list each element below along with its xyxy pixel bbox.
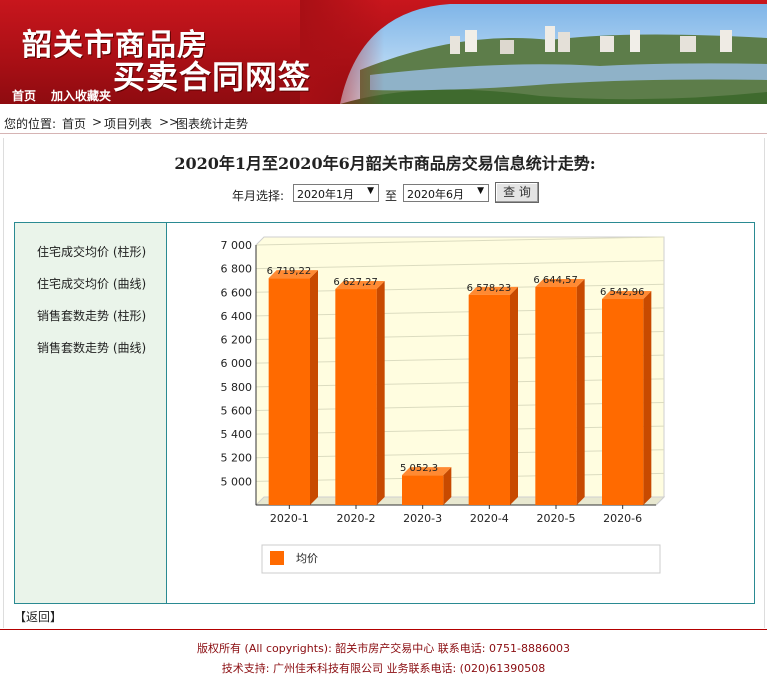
x-tick-label: 2020-6 — [603, 512, 642, 525]
site-header: 韶关市商品房 买卖合同网签 首页 加入收藏夹 — [0, 0, 767, 104]
top-nav: 首页 加入收藏夹 — [0, 84, 767, 104]
y-tick-label: 5 000 — [221, 475, 253, 488]
breadcrumb: 您的位置: 首页 > 项目列表 >> 图表统计走势 — [0, 110, 767, 134]
breadcrumb-project-list[interactable]: 项目列表 — [104, 115, 152, 132]
data-label: 5 052,3 — [400, 463, 438, 474]
main-content: 2020年1月至2020年6月韶关市商品房交易信息统计走势: 年月选择: 202… — [3, 138, 765, 628]
y-tick-label: 7 000 — [221, 239, 253, 252]
x-tick-label: 2020-3 — [403, 512, 442, 525]
nav-home-link[interactable]: 首页 — [12, 87, 36, 104]
breadcrumb-home[interactable]: 首页 — [62, 115, 86, 132]
bar-side — [643, 291, 652, 505]
x-tick-label: 2020-4 — [470, 512, 509, 525]
end-month-value: 2020年6月 — [407, 188, 464, 201]
breadcrumb-chart-stats: 图表统计走势 — [176, 117, 249, 131]
bar — [268, 278, 310, 505]
start-month-select[interactable]: 2020年1月 ▼ — [293, 184, 379, 202]
bar — [402, 475, 444, 505]
content-panel: 住宅成交均价 (柱形) 住宅成交均价 (曲线) 销售套数走势 (柱形) 销售套数… — [14, 222, 755, 604]
back-link[interactable]: 【返回】 — [14, 608, 62, 625]
bar — [468, 294, 510, 505]
filter-label: 年月选择: — [232, 189, 285, 203]
data-label: 6 627,27 — [333, 277, 378, 288]
start-month-value: 2020年1月 — [297, 188, 354, 201]
sidebar-item-sales-bar[interactable]: 销售套数走势 (柱形) — [37, 307, 146, 324]
average-price-bar-chart: 7 000 6 800 6 600 6 400 6 200 6 000 5 800 5 600… — [221, 236, 666, 574]
bar — [602, 299, 644, 505]
chart-type-sidebar: 住宅成交均价 (柱形) 住宅成交均价 (曲线) 销售套数走势 (柱形) 销售套数… — [15, 223, 167, 603]
y-tick-label: 5 800 — [221, 381, 253, 394]
legend-box — [261, 544, 661, 574]
footer-tech-support: 技术支持: 广州佳禾科技有限公司 业务联系电话: (020)61390508 — [221, 662, 546, 675]
sidebar-item-price-line[interactable]: 住宅成交均价 (曲线) — [37, 275, 146, 292]
data-label: 6 719,22 — [267, 266, 312, 277]
bar-side — [376, 281, 385, 505]
sidebar-item-sales-line[interactable]: 销售套数走势 (曲线) — [37, 339, 146, 356]
breadcrumb-separator: > — [92, 115, 103, 129]
legend-swatch — [270, 551, 284, 565]
data-label: 6 578,23 — [467, 283, 512, 294]
sidebar-item-price-bar[interactable]: 住宅成交均价 (柱形) — [37, 243, 146, 260]
y-tick-label: 6 600 — [221, 286, 253, 299]
site-footer: 版权所有 (All copyrights): 韶关市房产交易中心 联系电话: 0… — [0, 629, 767, 678]
data-label: 6 644,57 — [533, 275, 578, 286]
date-filter-bar: 年月选择: 2020年1月 ▼ 至 2020年6月 ▼ 查 询 — [4, 182, 766, 206]
footer-copyright: 版权所有 (All copyrights): 韶关市房产交易中心 联系电话: 0… — [197, 642, 570, 655]
bar-side — [310, 270, 318, 505]
bar — [335, 289, 377, 505]
y-tick-label: 6 800 — [221, 263, 253, 276]
page-title: 2020年1月至2020年6月韶关市商品房交易信息统计走势: — [174, 154, 596, 173]
legend-label: 均价 — [296, 552, 318, 565]
end-month-select[interactable]: 2020年6月 ▼ — [403, 184, 489, 202]
breadcrumb-prefix: 您的位置: — [4, 117, 57, 131]
x-tick-label: 2020-5 — [537, 512, 576, 525]
y-tick-label: 6 000 — [221, 357, 253, 370]
query-button[interactable]: 查 询 — [495, 182, 539, 203]
x-tick-label: 2020-1 — [270, 512, 309, 525]
y-tick-label: 6 200 — [221, 334, 253, 347]
y-tick-label: 5 400 — [221, 428, 253, 441]
nav-bookmark-link[interactable]: 加入收藏夹 — [51, 87, 111, 104]
bar-side — [510, 286, 518, 505]
bar-side — [576, 279, 585, 505]
chevron-down-icon: ▼ — [367, 186, 374, 196]
y-tick-label: 5 600 — [221, 404, 253, 417]
x-tick-label: 2020-2 — [337, 512, 376, 525]
data-label: 6 542,96 — [600, 287, 645, 298]
chart-area: 7 000 6 800 6 600 6 400 6 200 6 000 5 800 5 600… — [168, 223, 754, 603]
bar — [535, 287, 577, 505]
y-tick-label: 5 200 — [221, 452, 253, 465]
to-label: 至 — [385, 189, 398, 203]
y-tick-label: 6 400 — [221, 310, 253, 323]
chevron-down-icon: ▼ — [477, 186, 484, 196]
